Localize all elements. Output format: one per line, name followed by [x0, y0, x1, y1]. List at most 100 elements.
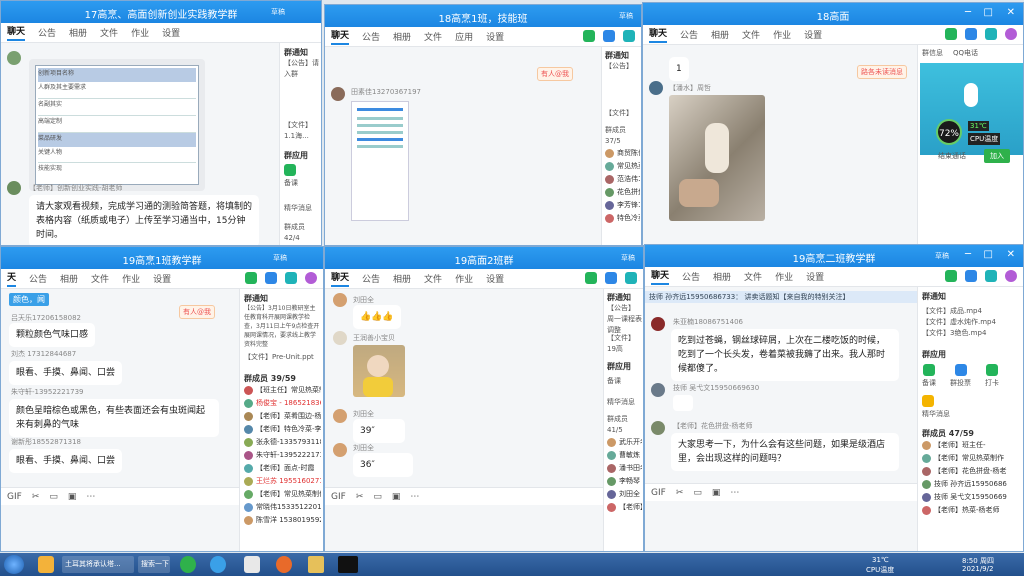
member-item[interactable]: 【老师】热菜-杨老师	[922, 504, 1021, 517]
tab-chat[interactable]: 聊天	[651, 268, 670, 285]
title-bar[interactable]: 18高面 ─ □ ✕	[643, 3, 1023, 25]
member-item[interactable]: 【老师】特色冷菜-李老师	[244, 423, 321, 436]
member-count[interactable]: 群成员 41/5	[607, 414, 642, 436]
video-icon[interactable]	[603, 30, 615, 42]
minimize-icon[interactable]: ─	[965, 7, 971, 18]
video-icon[interactable]	[605, 272, 617, 284]
tab-notice[interactable]: 公告	[682, 270, 700, 283]
tab-apps[interactable]: 应用	[455, 30, 473, 43]
end-call-button[interactable]: 结束通话	[938, 151, 966, 162]
add-icon[interactable]	[1005, 270, 1017, 282]
taskbar-app-icon[interactable]	[244, 556, 260, 573]
message-bubble[interactable]: 大家思考一下，为什么会有这些问题，如果是级酒店里，会出现这样的问题吗？	[671, 433, 899, 471]
taskbar-app-icon[interactable]	[338, 556, 358, 573]
member-item[interactable]: 技师 吴弋文15950669	[922, 491, 1021, 504]
window-18-pastry[interactable]: 18高面 ─ □ ✕ 聊天 公告 相册 文件 作业 设置 1 路各未读消息 【潘…	[642, 2, 1024, 246]
tab-chat[interactable]: 聊天	[331, 270, 350, 287]
gif-icon[interactable]: GIF	[651, 488, 666, 498]
member-item[interactable]: 【老师】面点-时霞	[244, 462, 321, 475]
tab-album[interactable]: 相册	[60, 272, 78, 285]
tab-settings[interactable]: 设置	[804, 28, 822, 41]
window-17-class[interactable]: 17高烹、高面创新创业实践教学群 草稿 聊天 公告 相册 文件 作业 设置 创新…	[0, 0, 322, 246]
message-bubble[interactable]: 吃到过苍蝇，钢丝球碎屑，上次在二楼吃饭的时候，吃到了一个长头发，卷着菜被我薅了出…	[671, 329, 899, 381]
phone-icon[interactable]	[583, 30, 595, 42]
file-item[interactable]: 【文件】成品.mp4	[922, 306, 1021, 317]
phone-icon[interactable]	[945, 270, 957, 282]
image-icon[interactable]: ▣	[712, 488, 721, 498]
photo-message[interactable]	[353, 345, 405, 397]
member-item[interactable]: 【老师】常见热菜制作-杨	[244, 488, 321, 501]
screen-share-icon[interactable]	[985, 270, 997, 282]
pin-label[interactable]: 草稿	[619, 11, 633, 21]
close-icon[interactable]: ✕	[1007, 249, 1015, 260]
tab-album[interactable]: 相册	[393, 30, 411, 43]
app-essence[interactable]: 精华消息	[607, 397, 642, 408]
tab-album[interactable]: 相册	[713, 270, 731, 283]
tab-group-info[interactable]: 群信息	[922, 48, 943, 58]
taskbar-app-icon[interactable]	[276, 556, 292, 573]
member-item[interactable]: 陈雪洋 15380195929	[244, 514, 321, 527]
pin-label[interactable]: 草稿	[273, 253, 287, 263]
window-19-cooking-1[interactable]: 19高烹1班教学群 草稿 天 公告 相册 文件 作业 设置 颜色，闻 有人@我 …	[0, 246, 324, 552]
notice-text[interactable]: 【公告】请入群	[284, 58, 319, 80]
notice-text[interactable]: 【公告】	[605, 61, 640, 72]
voice-message[interactable]: 36″	[353, 453, 413, 477]
chat-area[interactable]: 朱亚楠18086751406 吃到过苍蝇，钢丝球碎屑，上次在二楼吃饭的时候，吃到…	[645, 303, 917, 483]
maximize-icon[interactable]: □	[984, 249, 993, 260]
tab-file[interactable]: 文件	[424, 272, 442, 285]
close-icon[interactable]: ✕	[1007, 7, 1015, 18]
tab-notice[interactable]: 公告	[29, 272, 47, 285]
tab-notice[interactable]: 公告	[362, 30, 380, 43]
taskbar-app-icon[interactable]	[308, 556, 324, 573]
chat-area[interactable]: 1 路各未读消息 【潘水】周哲	[643, 45, 917, 245]
member-item[interactable]: 商贸陈俊	[605, 147, 640, 160]
tab-file[interactable]: 文件	[91, 272, 109, 285]
pin-label[interactable]: 草稿	[271, 7, 285, 17]
tab-chat[interactable]: 聊天	[649, 26, 668, 43]
title-bar[interactable]: 19高烹二班教学群 草稿 ─ □ ✕	[645, 245, 1023, 267]
screen-share-icon[interactable]	[985, 28, 997, 40]
emoji-message[interactable]	[673, 395, 693, 411]
tab-settings[interactable]: 设置	[806, 270, 824, 283]
member-item[interactable]: 【老师】	[607, 501, 642, 514]
tab-file[interactable]: 文件	[742, 28, 760, 41]
taskbar-app-icon[interactable]	[210, 556, 226, 573]
tab-file[interactable]: 文件	[100, 26, 118, 39]
avatar[interactable]	[333, 331, 347, 345]
member-item[interactable]: 【班主任】常见热菜制作	[244, 384, 321, 397]
tab-notice[interactable]: 公告	[680, 28, 698, 41]
taskbar-app-icon[interactable]	[180, 556, 196, 573]
message-bubble[interactable]: 眼看、手摸、鼻闻、口尝	[9, 361, 123, 385]
phone-screenshot[interactable]	[351, 101, 409, 221]
clock-date[interactable]: 2021/9/2	[962, 565, 993, 573]
member-count[interactable]: 群成员 42/4	[284, 222, 319, 244]
notice-text[interactable]: 【公告】3月10日教研室主任教育科开展网课教学检查，3月11日上午9点检查开展网…	[244, 304, 321, 348]
tab-notice[interactable]: 公告	[362, 272, 380, 285]
member-item[interactable]: 花色拼盘	[605, 186, 640, 199]
tab-homework[interactable]: 作业	[122, 272, 140, 285]
tab-notice[interactable]: 公告	[38, 26, 56, 39]
app-checkin[interactable]: 打卡	[985, 364, 999, 389]
phone-icon[interactable]	[585, 272, 597, 284]
message-bubble[interactable]: 颗粒颜色气味口感	[9, 323, 96, 347]
add-icon[interactable]	[1005, 28, 1017, 40]
member-item[interactable]: 【老师】花色拼盘-杨老	[922, 465, 1021, 478]
member-item[interactable]: 张永德-13357931187	[244, 436, 321, 449]
tab-file[interactable]: 文件	[424, 30, 442, 43]
avatar[interactable]	[651, 317, 665, 331]
member-item[interactable]: 【老师】常见热菜制作	[922, 452, 1021, 465]
taskbar-search[interactable]: 搜索一下	[138, 556, 170, 573]
screen-share-icon[interactable]	[285, 272, 297, 284]
tab-chat[interactable]: 天	[7, 270, 17, 287]
quoted-tag[interactable]: 颜色，闻	[9, 293, 49, 306]
tab-qq-call[interactable]: QQ电话	[953, 48, 978, 58]
photo-message[interactable]	[669, 95, 765, 221]
message-bubble[interactable]: 颜色呈暗棕色或黑色，有些表面还会有虫斑闻起来有刺鼻的气味	[9, 399, 219, 437]
window-19-cooking-2[interactable]: 19高烹二班教学群 草稿 ─ □ ✕ 聊天 公告 相册 文件 作业 设置 技师 …	[644, 244, 1024, 552]
avatar[interactable]	[651, 421, 665, 435]
member-item[interactable]: 常见热菜	[605, 160, 640, 173]
chat-area[interactable]: 刘田全 👍👍👍 王润善小宝贝 刘田全 39″ 刘田全 36″	[325, 289, 603, 485]
gif-icon[interactable]: GIF	[7, 492, 22, 502]
phone-icon[interactable]	[245, 272, 257, 284]
maximize-icon[interactable]: □	[984, 7, 993, 18]
